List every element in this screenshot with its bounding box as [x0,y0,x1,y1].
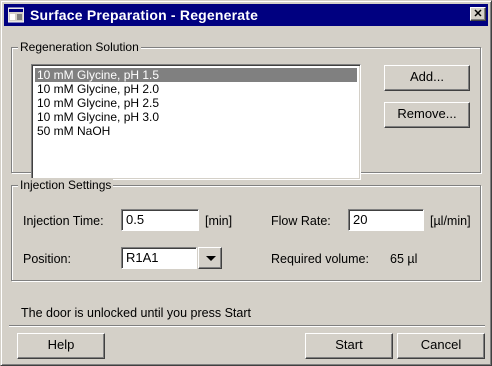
app-window-icon [8,7,24,23]
footer-separator [9,325,485,327]
regeneration-solution-legend: Regeneration Solution [18,40,141,54]
close-button[interactable]: ✕ [470,7,486,21]
start-button-label: Start [335,337,363,352]
flow-rate-input[interactable]: 20 [348,209,424,231]
position-value: R1A1 [126,250,159,265]
add-button[interactable]: Add... [384,65,470,91]
injection-time-unit: [min] [205,214,233,228]
flow-rate-value: 20 [353,212,368,227]
cancel-button-label: Cancel [420,337,462,352]
injection-settings-legend: Injection Settings [18,178,114,192]
remove-button-label: Remove... [397,106,457,121]
cancel-button[interactable]: Cancel [397,333,485,359]
flow-rate-unit: [µl/min] [430,214,471,228]
list-item[interactable]: 10 mM Glycine, pH 2.5 [35,96,357,110]
add-button-label: Add... [410,69,444,84]
start-button[interactable]: Start [305,333,393,359]
help-button-label: Help [47,337,75,352]
status-text: The door is unlocked until you press Sta… [21,306,251,320]
dialog-window: Surface Preparation - Regenerate ✕ Regen… [0,0,492,366]
remove-button[interactable]: Remove... [384,102,470,128]
injection-time-value: 0.5 [126,212,145,227]
required-volume-value: 65 µl [390,252,418,266]
injection-settings-group: Injection Settings [11,178,481,281]
close-icon: ✕ [473,8,483,20]
flow-rate-label: Flow Rate: [271,214,331,228]
title-bar[interactable]: Surface Preparation - Regenerate ✕ [4,4,488,26]
list-item[interactable]: 50 mM NaOH [35,124,357,138]
injection-legend-label: Injection Settings [20,178,112,192]
regeneration-legend-label: Regeneration Solution [20,40,139,54]
injection-time-input[interactable]: 0.5 [121,209,199,231]
injection-time-label: Injection Time: [23,214,104,228]
chevron-down-icon [206,256,216,261]
list-item[interactable]: 10 mM Glycine, pH 2.0 [35,82,357,96]
solution-listbox[interactable]: 10 mM Glycine, pH 1.5 10 mM Glycine, pH … [31,64,361,180]
position-label: Position: [23,252,71,266]
window-title: Surface Preparation - Regenerate [30,7,259,23]
position-dropdown-button[interactable] [198,247,222,269]
required-volume-label: Required volume: [271,252,369,266]
position-select[interactable]: R1A1 [121,247,197,269]
list-item[interactable]: 10 mM Glycine, pH 1.5 [35,68,357,82]
help-button[interactable]: Help [17,333,105,359]
list-item[interactable]: 10 mM Glycine, pH 3.0 [35,110,357,124]
